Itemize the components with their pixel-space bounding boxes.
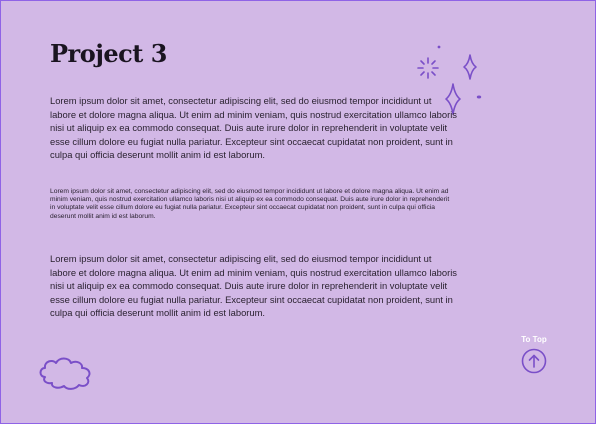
paragraph-1: Lorem ipsum dolor sit amet, consectetur … [50, 95, 457, 160]
to-top-button[interactable]: To Top [516, 335, 552, 374]
to-top-label: To Top [521, 335, 547, 344]
paragraph-3: Lorem ipsum dolor sit amet, consectetur … [50, 253, 457, 318]
cloud-icon [39, 357, 91, 390]
page-container: Project 3 Lorem ipsum dolor sit amet, co… [1, 1, 595, 423]
page-title: Project 3 [50, 39, 167, 68]
arrow-up-circle-icon[interactable] [521, 348, 547, 374]
paragraph-2: Lorem ipsum dolor sit amet, consectetur … [50, 188, 450, 220]
